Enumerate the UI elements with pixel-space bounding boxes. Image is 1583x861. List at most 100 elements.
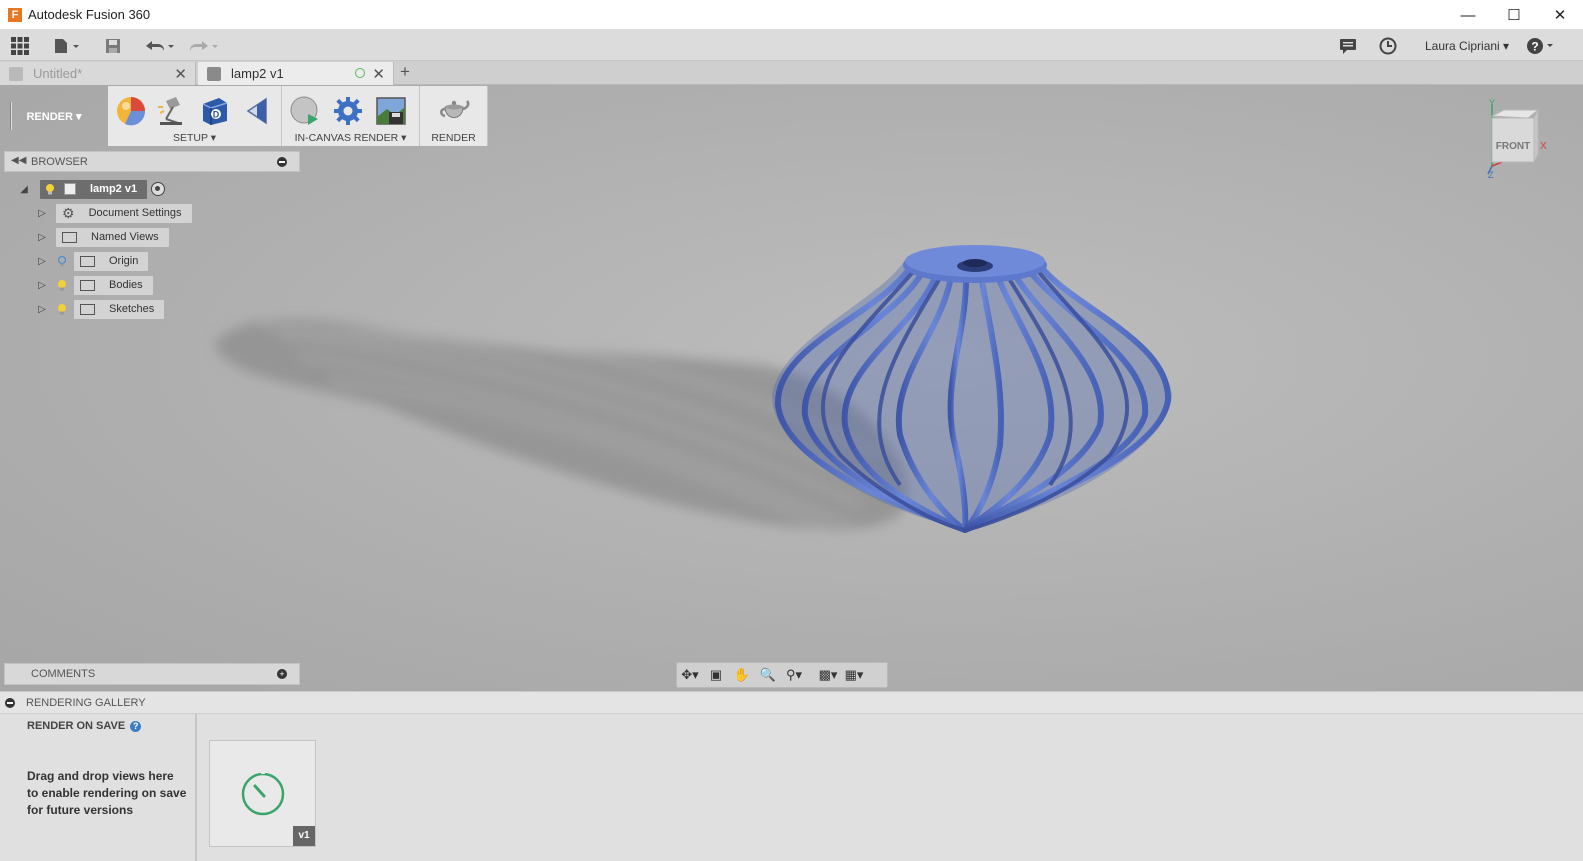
tree-expand-icon[interactable]: ▷ xyxy=(36,279,48,291)
window-title: Autodesk Fusion 360 xyxy=(28,7,151,22)
close-tab-icon[interactable]: ✕ xyxy=(174,65,187,83)
navigation-bar: ✥▾ ▣ ✋ 🔍 ⚲▾ ▩▾ ▦▾ xyxy=(676,662,888,688)
render-settings-gear-icon[interactable] xyxy=(331,94,365,128)
setup-caption[interactable]: SETUP ▾ xyxy=(108,132,281,144)
close-window-button[interactable]: ✕ xyxy=(1537,0,1583,30)
zoom-icon[interactable]: 🔍 xyxy=(755,664,781,686)
workspace-switcher[interactable]: RENDER ▾ xyxy=(0,86,108,146)
folder-icon xyxy=(80,279,95,291)
browser-item-pill[interactable]: Bodies xyxy=(74,275,153,295)
folder-icon xyxy=(80,303,95,315)
browser-item-pill[interactable]: Origin xyxy=(74,251,149,271)
document-tab-bar: Untitled* ✕ lamp2 v1 ✕ + xyxy=(0,61,1583,85)
save-icon[interactable] xyxy=(103,36,123,56)
render-thumbnail[interactable]: v1 xyxy=(209,740,316,847)
redo-icon[interactable] xyxy=(187,36,221,56)
job-status-clock-icon[interactable] xyxy=(1378,36,1398,56)
folder-icon xyxy=(80,255,95,267)
browser-title: BROWSER xyxy=(31,155,88,168)
add-comment-icon[interactable]: + xyxy=(277,669,287,679)
in-canvas-render-caption[interactable]: IN-CANVAS RENDER ▾ xyxy=(282,132,419,144)
workspace-label: RENDER ▾ xyxy=(26,110,82,123)
document-cube-icon xyxy=(9,66,23,81)
version-badge: v1 xyxy=(293,826,315,846)
viewcube-face-label[interactable]: FRONT xyxy=(1496,141,1530,152)
setup-panel: D SETUP ▾ xyxy=(108,86,282,146)
help-icon[interactable]: ? xyxy=(1526,36,1556,56)
comments-header[interactable]: COMMENTS + xyxy=(4,663,300,685)
browser-item-label: Bodies xyxy=(109,279,143,291)
tree-expand-icon[interactable]: ▷ xyxy=(36,231,48,243)
lightbulb-off-icon[interactable] xyxy=(56,255,68,267)
tab-label: lamp2 v1 xyxy=(231,66,284,81)
new-tab-button[interactable]: + xyxy=(400,62,410,82)
collapse-gallery-icon[interactable] xyxy=(5,697,15,708)
canvas-viewport[interactable] xyxy=(0,85,1583,691)
view-cube[interactable]: FRONT X Y Z xyxy=(1484,96,1554,180)
collapse-browser-icon[interactable]: ◀◀ xyxy=(11,155,26,166)
render-teapot-icon[interactable] xyxy=(437,94,471,128)
browser-item-origin[interactable]: ▷ Origin xyxy=(36,251,149,271)
lightbulb-icon[interactable] xyxy=(44,183,56,195)
help-circle-icon[interactable]: ? xyxy=(130,720,142,732)
tab-lamp2[interactable]: lamp2 v1 ✕ xyxy=(198,62,394,85)
ribbon-toolbar: RENDER ▾ D SETUP ▾ IN-CANVAS RENDER ▾ RE… xyxy=(0,86,488,146)
browser-item-document-settings[interactable]: ▷ ⚙ Document Settings xyxy=(36,203,192,223)
navbar-divider xyxy=(807,664,815,686)
browser-item-named-views[interactable]: ▷ Named Views xyxy=(36,227,169,247)
document-cube-icon xyxy=(207,66,221,81)
texture-map-controls-icon[interactable]: D xyxy=(198,94,232,128)
maximize-button[interactable]: ☐ xyxy=(1491,0,1537,30)
gear-icon: ⚙ xyxy=(62,204,75,221)
browser-header[interactable]: ◀◀ BROWSER xyxy=(4,151,300,172)
display-settings-icon[interactable]: ▩▾ xyxy=(815,664,841,686)
browser-root-pill[interactable]: lamp2 v1 xyxy=(40,179,148,199)
data-panel-grid-icon[interactable] xyxy=(10,36,30,56)
axis-y-label: Y xyxy=(1489,98,1495,108)
browser-item-bodies[interactable]: ▷ Bodies xyxy=(36,275,153,295)
browser-root-node[interactable]: ◢ lamp2 v1 xyxy=(18,179,166,199)
capture-image-icon[interactable] xyxy=(374,94,408,128)
lightbulb-icon[interactable] xyxy=(56,279,68,291)
look-at-icon[interactable]: ▣ xyxy=(703,664,729,686)
svg-text:?: ? xyxy=(1531,40,1538,54)
browser-item-label: Sketches xyxy=(109,303,155,315)
pan-hand-icon[interactable]: ✋ xyxy=(729,664,755,686)
tree-expand-icon[interactable]: ▷ xyxy=(36,303,48,315)
browser-item-label: Origin xyxy=(109,255,139,267)
close-tab-icon[interactable]: ✕ xyxy=(372,65,385,83)
lamp-model-render xyxy=(215,245,1172,533)
orbit-icon[interactable]: ✥▾ xyxy=(677,664,703,686)
tree-expand-icon[interactable]: ▷ xyxy=(36,207,48,219)
user-account-menu[interactable]: Laura Cipriani ▾ xyxy=(1425,39,1509,53)
saved-status-icon xyxy=(355,68,365,78)
scene-settings-lamp-icon[interactable] xyxy=(155,94,189,128)
browser-item-sketches[interactable]: ▷ Sketches xyxy=(36,299,165,319)
minimize-button[interactable]: — xyxy=(1445,0,1491,30)
file-menu-icon[interactable] xyxy=(52,36,82,56)
rendering-gallery-header[interactable]: RENDERING GALLERY xyxy=(0,691,1583,714)
render-caption[interactable]: RENDER xyxy=(420,132,487,144)
lightbulb-icon[interactable] xyxy=(56,303,68,315)
decal-icon[interactable] xyxy=(241,94,275,128)
browser-item-label: Named Views xyxy=(91,231,159,243)
fit-zoom-window-icon[interactable]: ⚲▾ xyxy=(781,664,807,686)
render-panel: RENDER xyxy=(420,86,488,146)
appearance-icon[interactable] xyxy=(114,94,148,128)
browser-item-pill[interactable]: ⚙ Document Settings xyxy=(56,203,192,223)
undo-icon[interactable] xyxy=(143,36,177,56)
activate-component-radio[interactable] xyxy=(151,182,166,196)
tab-label: Untitled* xyxy=(33,66,83,81)
toolbar-grip[interactable] xyxy=(10,102,12,130)
browser-item-pill[interactable]: Sketches xyxy=(74,299,165,319)
in-canvas-render-panel: IN-CANVAS RENDER ▾ xyxy=(282,86,420,146)
tree-expand-icon[interactable]: ▷ xyxy=(36,255,48,267)
comments-icon[interactable] xyxy=(1338,36,1358,56)
minimize-browser-icon[interactable] xyxy=(277,157,287,167)
browser-item-pill[interactable]: Named Views xyxy=(56,227,169,247)
grid-settings-icon[interactable]: ▦▾ xyxy=(841,664,867,686)
in-canvas-render-icon[interactable] xyxy=(288,94,322,128)
tab-untitled[interactable]: Untitled* ✕ xyxy=(0,62,196,85)
tree-collapse-icon[interactable]: ◢ xyxy=(18,183,30,195)
component-icon xyxy=(64,183,76,195)
